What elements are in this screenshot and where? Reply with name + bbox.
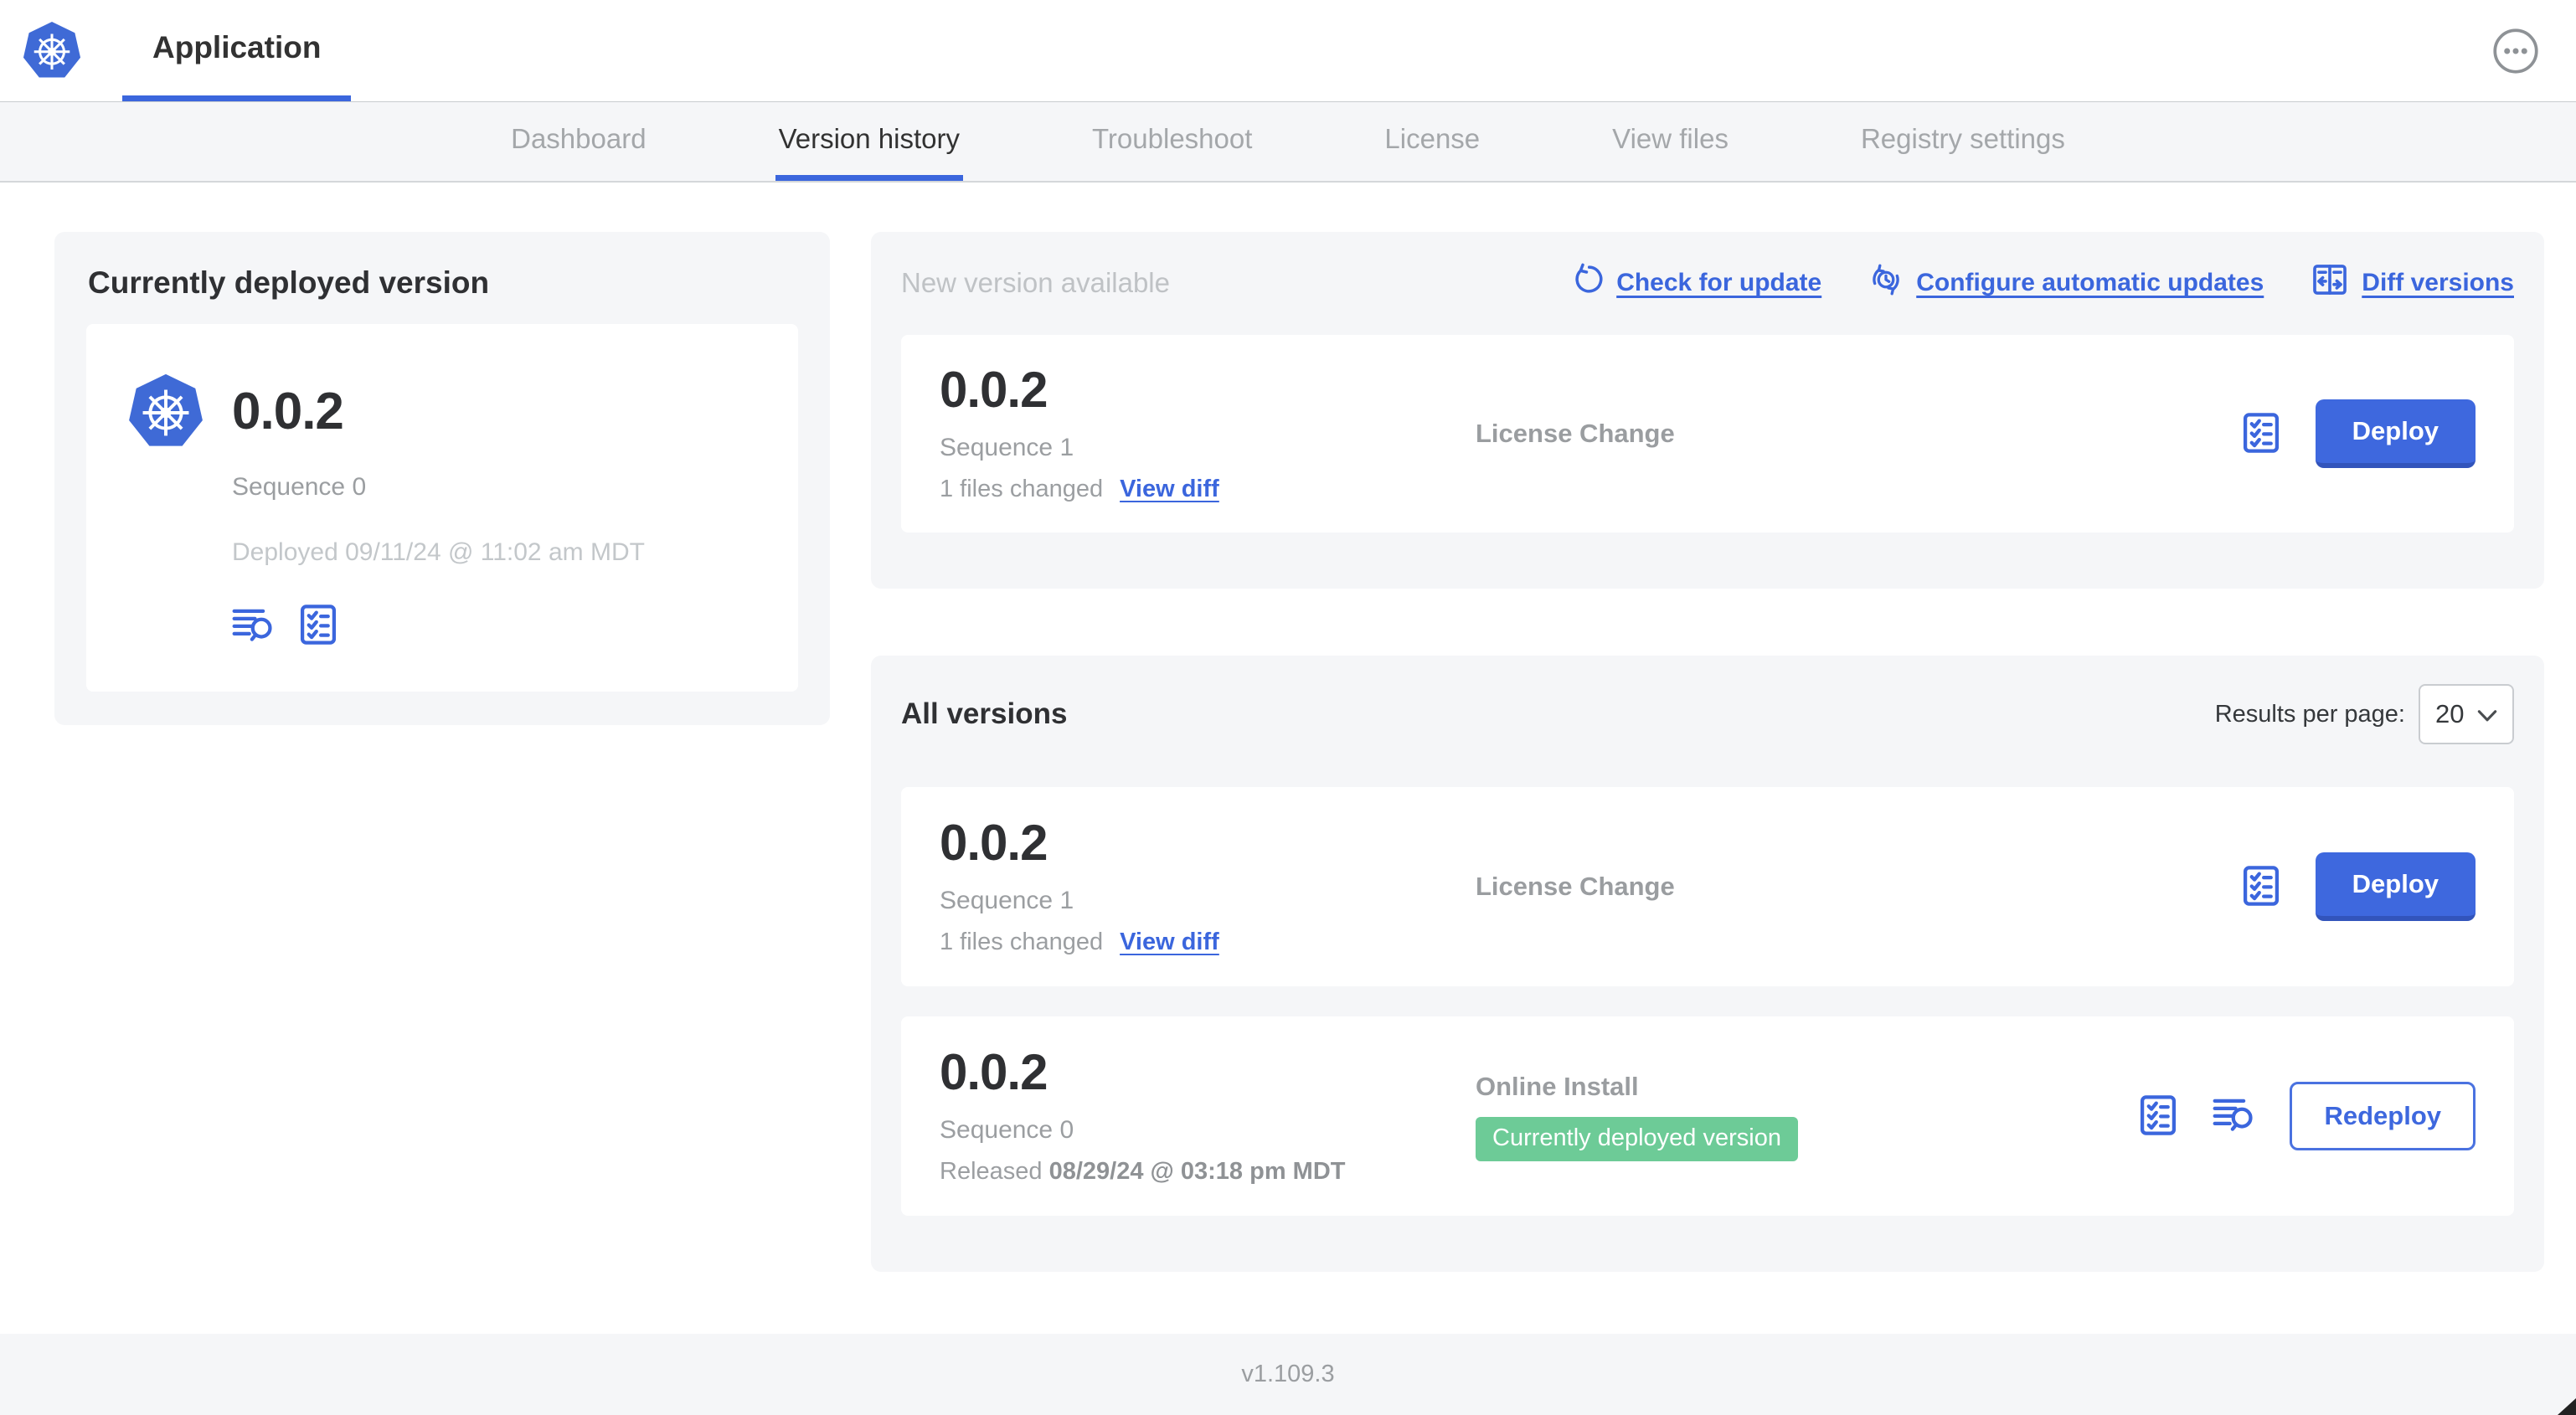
app-title-tab[interactable]: Application [122,0,352,101]
released-date: 08/29/24 @ 03:18 pm MDT [1048,1157,1346,1185]
overflow-menu-button[interactable] [2492,28,2539,75]
preflight-checks-button[interactable] [2239,863,2284,911]
check-for-update-link[interactable]: Check for update [1570,263,1821,303]
logs-icon [2213,1096,2258,1136]
footer: v1.109.3 [0,1334,2576,1415]
logs-icon [232,606,277,646]
chevron-down-icon [2477,699,2497,729]
app-subnav: Dashboard Version history Troubleshoot L… [0,102,2576,183]
currently-deployed-title: Currently deployed version [88,265,490,300]
view-logs-button[interactable] [232,606,277,646]
version-sequence: Sequence 0 [940,1115,1074,1144]
currently-deployed-panel: Currently deployed version 0.0.2 Sequenc… [54,232,830,725]
deployed-actions [232,602,645,650]
checklist-icon [2136,1093,2181,1140]
released-prefix: Released [940,1157,1049,1185]
files-changed-text: 1 files changed [940,475,1104,502]
version-info: 0.0.2 Sequence 0 Released 08/29/24 @ 03:… [940,1047,1476,1186]
new-version-header: New version available Check for update C… [901,260,2514,306]
new-version-title: New version available [901,267,1170,298]
results-per-page-select[interactable]: 20 [2419,684,2514,744]
version-number: 0.0.2 [940,361,1048,418]
diff-icon [2311,260,2349,306]
preflight-checks-button[interactable] [2136,1093,2181,1140]
preflight-checks-button[interactable] [2239,410,2284,458]
released-timestamp: Released 08/29/24 @ 03:18 pm MDT [940,1158,1476,1186]
preflight-checks-button[interactable] [296,602,341,650]
version-actions: Redeploy [2136,1082,2476,1150]
deploy-button[interactable]: Deploy [2315,852,2476,921]
version-number: 0.0.2 [940,1043,1048,1100]
results-per-page-value: 20 [2435,699,2465,728]
version-source-block: Online Install Currently deployed versio… [1476,1072,2136,1161]
checklist-icon [296,602,341,650]
all-versions-panel: All versions Results per page: 20 0.0.2 … [871,656,2544,1272]
kubernetes-logo-icon [20,19,84,83]
deployed-version-card: 0.0.2 Sequence 0 Deployed 09/11/24 @ 11:… [86,324,798,692]
new-version-card: 0.0.2 Sequence 1 1 files changed View di… [901,335,2514,533]
version-rows: 0.0.2 Sequence 1 1 files changed View di… [901,787,2514,1216]
tab-registry-settings[interactable]: Registry settings [1857,102,2069,181]
checklist-icon [2239,410,2284,458]
main-content: Currently deployed version 0.0.2 Sequenc… [0,183,2576,1272]
redeploy-button[interactable]: Redeploy [2290,1082,2476,1150]
version-sequence: Sequence 1 [940,433,1074,461]
view-diff-link[interactable]: View diff [1120,476,1219,503]
check-for-update-label: Check for update [1616,269,1822,296]
files-changed-text: 1 files changed [940,928,1104,955]
all-versions-header: All versions Results per page: 20 [901,684,2514,744]
refresh-icon [1570,263,1604,303]
view-diff-link[interactable]: View diff [1120,929,1219,956]
files-changed-row: 1 files changed View diff [940,929,1476,956]
diff-versions-label: Diff versions [2362,269,2514,296]
schedule-update-icon [1868,262,1904,304]
version-source: License Change [1476,419,1675,448]
configure-automatic-updates-label: Configure automatic updates [1916,269,2264,296]
all-versions-title: All versions [901,697,1068,730]
version-row: 0.0.2 Sequence 0 Released 08/29/24 @ 03:… [901,1016,2514,1216]
kubernetes-app-icon [125,371,207,453]
version-info: 0.0.2 Sequence 1 1 files changed View di… [940,814,1476,956]
deployed-sequence: Sequence 0 [232,473,367,501]
app-title: Application [152,30,322,64]
checklist-icon [2239,863,2284,911]
console-version: v1.109.3 [1241,1361,1335,1387]
update-actions: Check for update Configure automatic upd… [1570,260,2514,306]
version-number: 0.0.2 [940,814,1048,871]
results-per-page-label: Results per page: [2214,700,2405,728]
deployed-version-details: 0.0.2 Sequence 0 Deployed 09/11/24 @ 11:… [232,371,645,650]
top-bar: Application [0,0,2576,102]
files-changed-row: 1 files changed View diff [940,476,1476,503]
tab-license[interactable]: License [1381,102,1483,181]
currently-deployed-badge: Currently deployed version [1476,1116,1798,1161]
deploy-button[interactable]: Deploy [2315,399,2476,468]
ellipsis-icon [2492,64,2539,77]
deployed-timestamp: Deployed 09/11/24 @ 11:02 am MDT [232,538,645,566]
version-source: License Change [1476,872,1675,901]
version-sequence: Sequence 1 [940,886,1074,914]
tab-troubleshoot[interactable]: Troubleshoot [1089,102,1255,181]
results-per-page-control: Results per page: 20 [2215,684,2514,744]
version-source: Online Install [1476,1071,1639,1101]
version-actions: Deploy [2239,399,2476,468]
tab-view-files[interactable]: View files [1609,102,1732,181]
version-info: 0.0.2 Sequence 1 1 files changed View di… [940,361,1476,503]
view-logs-button[interactable] [2213,1096,2258,1136]
right-column: New version available Check for update C… [871,232,2544,1272]
version-row: 0.0.2 Sequence 1 1 files changed View di… [901,787,2514,986]
diff-versions-link[interactable]: Diff versions [2311,260,2514,306]
tab-dashboard[interactable]: Dashboard [507,102,649,181]
new-version-panel: New version available Check for update C… [871,232,2544,589]
version-actions: Deploy [2239,852,2476,921]
deployed-version-number: 0.0.2 [232,383,344,440]
tab-version-history[interactable]: Version history [775,102,963,181]
configure-automatic-updates-link[interactable]: Configure automatic updates [1868,262,2264,304]
